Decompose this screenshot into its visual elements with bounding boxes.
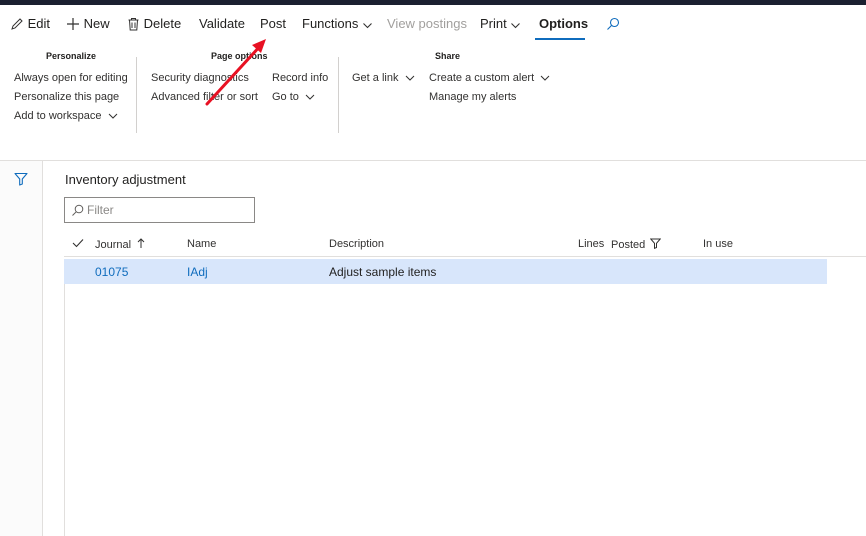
- column-header-lines[interactable]: Lines: [578, 238, 604, 250]
- add-to-workspace-label: Add to workspace: [14, 110, 102, 122]
- functions-label: Functions: [302, 16, 359, 31]
- grid-left-border: [64, 284, 65, 536]
- functions-menu[interactable]: Functions: [302, 15, 373, 33]
- personalize-this-page-button[interactable]: Personalize this page: [14, 91, 119, 103]
- tab-options[interactable]: Options: [539, 15, 588, 33]
- always-open-for-editing-button[interactable]: Always open for editing: [14, 72, 128, 84]
- security-diagnostics-button[interactable]: Security diagnostics: [151, 72, 249, 84]
- post-button[interactable]: Post: [260, 15, 286, 33]
- view-postings-button[interactable]: View postings: [387, 15, 467, 33]
- action-pane: Edit New Delete Validate Post Functions …: [0, 5, 866, 43]
- filter-pane-button[interactable]: [14, 172, 28, 191]
- chevron-down-icon: [305, 94, 315, 100]
- get-a-link-menu[interactable]: Get a link: [352, 72, 415, 84]
- chevron-down-icon: [363, 23, 372, 29]
- manage-my-alerts-button[interactable]: Manage my alerts: [429, 91, 516, 103]
- page-title: Inventory adjustment: [65, 172, 186, 187]
- search-button[interactable]: [606, 15, 620, 33]
- ribbon-divider: [136, 57, 137, 133]
- print-label: Print: [480, 16, 507, 31]
- personalize-group-title: Personalize: [46, 51, 97, 61]
- search-icon: [607, 17, 620, 30]
- column-header-journal[interactable]: Journal: [95, 238, 145, 251]
- chevron-down-icon: [108, 113, 117, 119]
- create-custom-alert-menu[interactable]: Create a custom alert: [429, 72, 550, 84]
- chevron-down-icon: [511, 23, 521, 29]
- active-tab-indicator: [535, 38, 585, 40]
- go-to-label: Go to: [272, 91, 299, 103]
- cell-journal[interactable]: 01075: [95, 265, 128, 279]
- journal-grid: Journal Name Description Lines Posted In…: [64, 233, 866, 536]
- view-postings-label: View postings: [387, 16, 467, 31]
- checkmark-icon: [72, 239, 84, 248]
- select-all-checkbox[interactable]: [72, 237, 84, 252]
- go-to-menu[interactable]: Go to: [272, 91, 315, 103]
- options-ribbon: Personalize Always open for editing Pers…: [0, 43, 866, 161]
- page-options-group-title: Page options: [211, 51, 268, 61]
- sort-ascending-icon: [137, 238, 145, 248]
- funnel-icon: [14, 172, 28, 186]
- add-to-workspace-button[interactable]: Add to workspace: [14, 110, 118, 122]
- create-custom-alert-label: Create a custom alert: [429, 72, 535, 84]
- edit-label: Edit: [27, 16, 51, 31]
- delete-label: Delete: [143, 16, 182, 31]
- table-row[interactable]: 01075 IAdj Adjust sample items: [64, 259, 827, 284]
- column-header-name[interactable]: Name: [187, 238, 216, 250]
- new-button[interactable]: New: [66, 15, 110, 33]
- cell-description: Adjust sample items: [329, 265, 437, 279]
- post-label: Post: [260, 16, 287, 31]
- left-rail: [0, 161, 43, 536]
- share-group-title: Share: [435, 51, 461, 61]
- validate-button[interactable]: Validate: [199, 15, 245, 33]
- print-menu[interactable]: Print: [480, 15, 521, 33]
- edit-button[interactable]: Edit: [10, 15, 50, 33]
- validate-label: Validate: [199, 16, 246, 31]
- column-header-description[interactable]: Description: [329, 238, 384, 250]
- search-icon: [72, 204, 84, 216]
- filter-field[interactable]: [64, 197, 255, 223]
- options-label: Options: [539, 16, 589, 31]
- plus-icon: [67, 18, 79, 30]
- column-journal-label: Journal: [95, 239, 132, 251]
- advanced-filter-button[interactable]: Advanced filter or sort: [151, 91, 258, 103]
- record-info-button[interactable]: Record info: [272, 72, 328, 84]
- column-header-in-use[interactable]: In use: [703, 238, 733, 250]
- chevron-down-icon: [540, 75, 550, 81]
- chevron-down-icon: [405, 75, 414, 81]
- column-header-posted[interactable]: Posted: [611, 238, 662, 251]
- column-posted-label: Posted: [611, 239, 646, 251]
- trash-icon: [128, 18, 139, 31]
- delete-button[interactable]: Delete: [127, 15, 181, 33]
- new-label: New: [83, 16, 110, 31]
- funnel-icon: [650, 238, 662, 250]
- ribbon-divider: [338, 57, 339, 133]
- filter-input[interactable]: [87, 201, 247, 219]
- cell-name[interactable]: IAdj: [187, 265, 208, 279]
- pencil-icon: [11, 18, 23, 30]
- get-a-link-label: Get a link: [352, 72, 399, 84]
- grid-header: Journal Name Description Lines Posted In…: [64, 233, 866, 257]
